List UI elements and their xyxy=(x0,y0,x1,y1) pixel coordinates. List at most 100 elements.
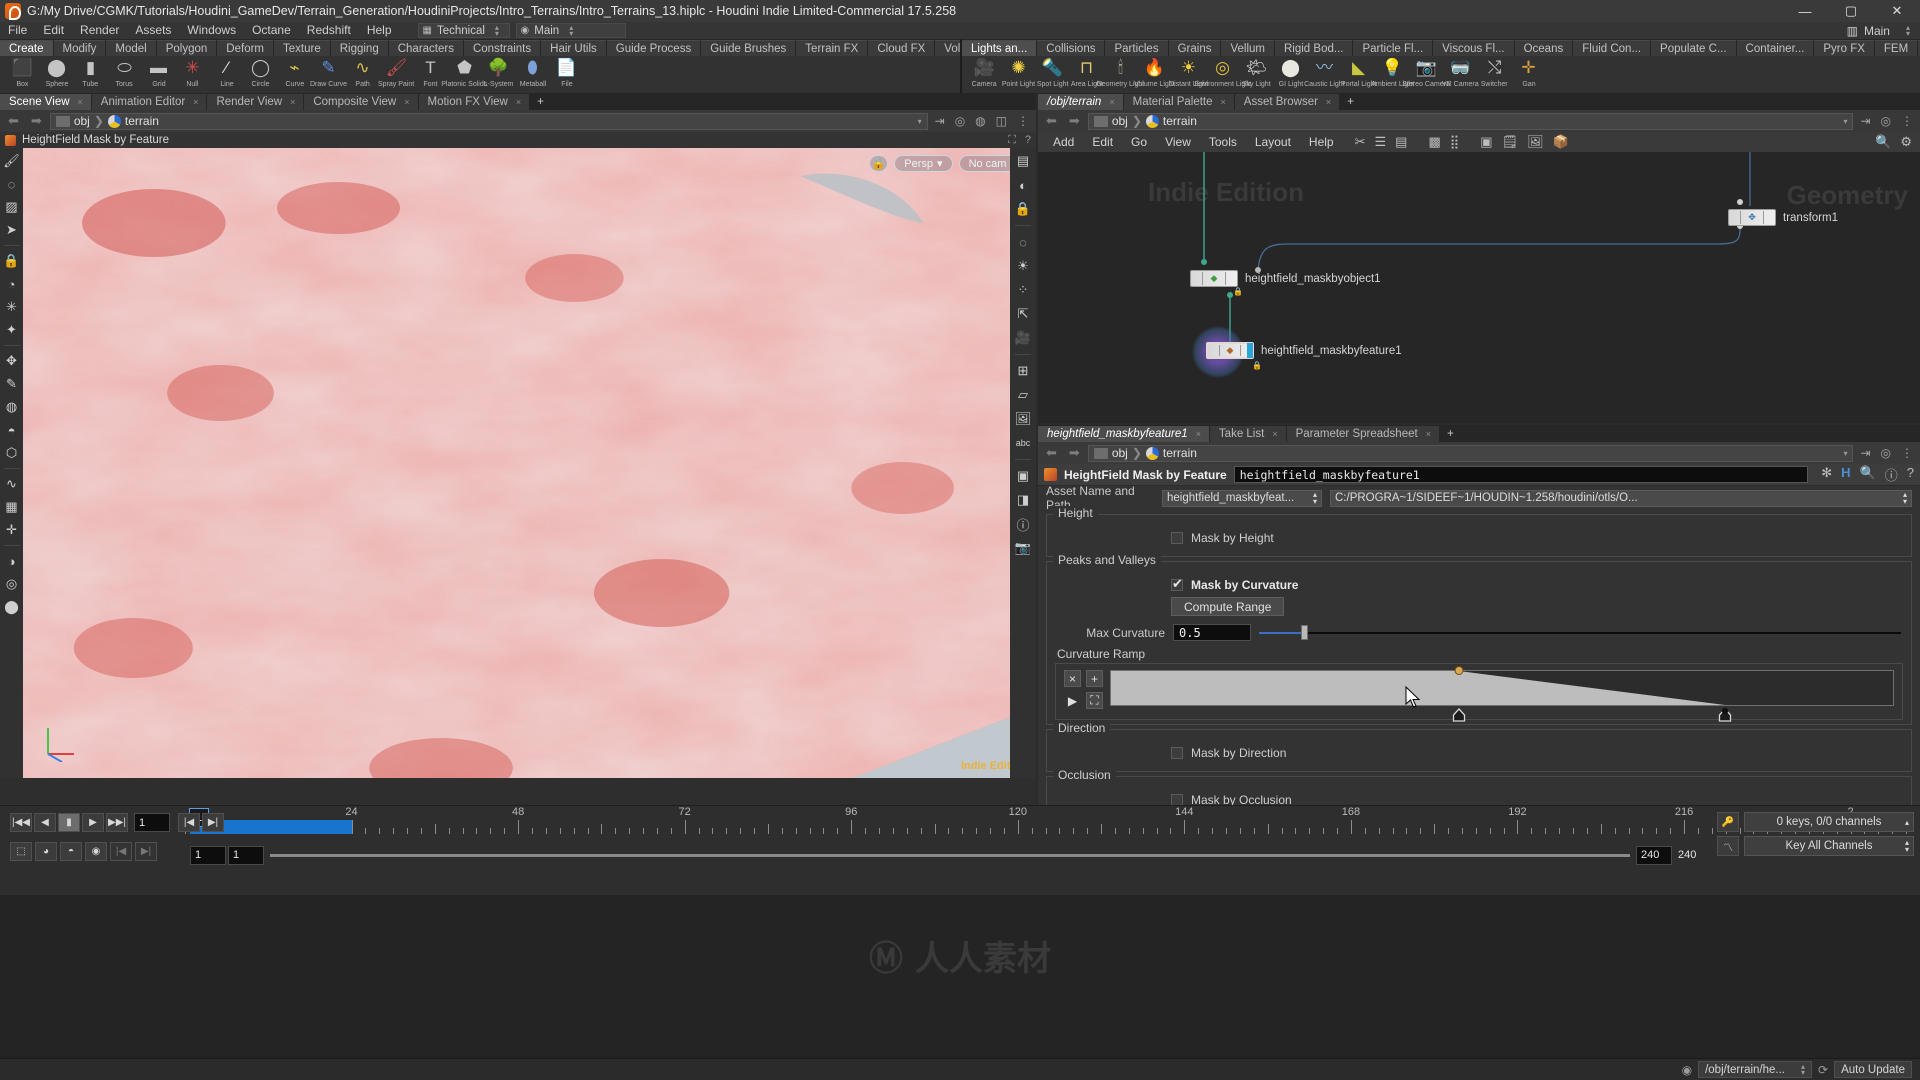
compute-range-button[interactable]: Compute Range xyxy=(1171,597,1285,616)
range-end-icon[interactable]: ▶| xyxy=(135,842,157,861)
asset-name-spinner-icon[interactable]: ▴ ▾ xyxy=(1313,491,1317,506)
menu-windows[interactable]: Windows xyxy=(179,22,244,39)
net-target-icon[interactable]: ◎ xyxy=(1878,114,1894,128)
shelf-item-torus[interactable]: ⬭ Torus xyxy=(108,56,141,88)
asset-path-field[interactable]: C:/PROGRA~1/SIDEEF~1/HOUDIN~1.258/houdin… xyxy=(1330,489,1912,507)
parm-path-dropdown-icon[interactable]: ▾ xyxy=(1843,449,1847,458)
status-refresh-icon[interactable]: ⟳ xyxy=(1818,1063,1828,1077)
shelf-item-path[interactable]: ∿ Path xyxy=(346,56,379,88)
shelf-item-file[interactable]: 📄 File xyxy=(550,56,583,88)
net-path-dropdown-icon[interactable]: ▾ xyxy=(1843,117,1847,126)
shelf-tab-deform[interactable]: Deform xyxy=(217,40,273,56)
keys-status-box[interactable]: 0 keys, 0/0 channels ▴ xyxy=(1744,812,1914,832)
houdini-h-icon[interactable]: H xyxy=(1841,465,1850,484)
scene-tab-composite-view[interactable]: Composite View × xyxy=(304,94,418,110)
viewport-camera-icon[interactable]: 🎥 xyxy=(1013,328,1033,348)
network-tab-material-palette[interactable]: Material Palette × xyxy=(1123,94,1234,110)
shelf-tab-collisions[interactable]: Collisions xyxy=(1037,40,1105,56)
color-palette-icon[interactable]: ▩ xyxy=(1428,134,1440,150)
net-menu-view[interactable]: View xyxy=(1156,135,1200,149)
tab-close-icon[interactable]: × xyxy=(1326,94,1331,110)
play-button[interactable]: ▶ xyxy=(82,813,104,832)
layers-icon[interactable]: ◫ xyxy=(993,114,1010,128)
net-nav-back-icon[interactable]: ⬅ xyxy=(1042,113,1061,129)
viewport-handle-icon[interactable]: ✥ xyxy=(2,351,22,371)
viewport-measure-icon[interactable]: ◔ xyxy=(2,274,22,294)
scene-tab-render-view[interactable]: Render View × xyxy=(207,94,304,110)
shelf-tab-terrain-fx[interactable]: Terrain FX xyxy=(796,40,868,56)
selection-mode-icon[interactable]: ⬚ xyxy=(10,842,32,861)
shelf-item-metaball[interactable]: ⬮ Metaball xyxy=(516,56,549,88)
network-node-transform1[interactable]: ✥ transform1 xyxy=(1728,209,1838,226)
snap-icon[interactable]: ◓ xyxy=(60,842,82,861)
shelf-item-caustic-light[interactable]: 〰 Caustic Light xyxy=(1304,56,1345,88)
net-nav-forward-icon[interactable]: ➡ xyxy=(1065,113,1084,129)
shelf-tab-cloud-fx[interactable]: Cloud FX xyxy=(868,40,935,56)
shelf-item-draw-curve[interactable]: ✎ Draw Curve xyxy=(310,56,347,88)
scene-tab-scene-view[interactable]: Scene View × xyxy=(0,94,91,110)
ramp-delete-point-button[interactable]: × xyxy=(1064,670,1081,687)
shelf-tab-lights-an[interactable]: Lights an... xyxy=(962,40,1037,56)
shelf-item-gan[interactable]: ✛ Gan xyxy=(1512,56,1545,88)
viewport-grid-snap-icon[interactable]: ⊞ xyxy=(1013,361,1033,381)
network-add-tab-button[interactable]: + xyxy=(1340,94,1361,110)
shelf-item-switcher[interactable]: ⤭ Switcher xyxy=(1478,56,1511,88)
viewport-view-mode[interactable]: Persp ▾ xyxy=(894,155,953,172)
parameters-path-field[interactable]: obj ❯ terrain ▾ xyxy=(1087,444,1854,462)
viewport-set-spinner-icon[interactable]: ▴ ▾ xyxy=(569,23,573,37)
shelf-tab-particle-fl[interactable]: Particle Fl... xyxy=(1353,40,1433,56)
menu-file[interactable]: File xyxy=(0,22,35,39)
shelf-item-tube[interactable]: ▮ Tube xyxy=(74,56,107,88)
shelf-tab-pyro-fx[interactable]: Pyro FX xyxy=(1814,40,1874,56)
max-curvature-field[interactable]: 0.5 xyxy=(1173,624,1251,641)
path-dropdown-icon[interactable]: ▾ xyxy=(918,117,922,126)
display-flag-icon[interactable]: ◍ xyxy=(972,114,988,128)
tab-close-icon[interactable]: × xyxy=(1272,426,1277,442)
viewport-group-icon[interactable]: ⬡ xyxy=(2,443,22,463)
key-all-channels-box[interactable]: Key All Channels ▴ ▾ xyxy=(1744,836,1914,856)
menu-render[interactable]: Render xyxy=(72,22,127,39)
shelf-tab-particles[interactable]: Particles xyxy=(1105,40,1168,56)
network-tab-obj-terrain[interactable]: /obj/terrain × xyxy=(1038,94,1123,110)
shelf-item-stereo-camera[interactable]: 📷 Stereo Camera xyxy=(1403,56,1451,88)
key-channels-spinner-icon[interactable]: ▴ ▾ xyxy=(1905,839,1909,854)
tab-close-icon[interactable]: × xyxy=(404,94,409,110)
pin-icon[interactable]: ⇥ xyxy=(932,114,948,128)
viewport-select-arrow-icon[interactable]: ➤ xyxy=(2,220,22,240)
tab-close-icon[interactable]: × xyxy=(1221,94,1226,110)
net-menu-go[interactable]: Go xyxy=(1122,135,1156,149)
viewport-ghost-icon[interactable]: ◌ xyxy=(1013,232,1033,252)
tab-close-icon[interactable]: × xyxy=(1109,94,1114,110)
viewport-select-visible-icon[interactable]: ◨ xyxy=(1013,490,1033,510)
viewport-erase-icon[interactable]: ▨ xyxy=(2,197,22,217)
net-settings-icon[interactable]: ⚙ xyxy=(1900,134,1912,150)
viewport-lock-view-icon[interactable]: 🔒 xyxy=(1013,199,1033,219)
parm-target-icon[interactable]: ◎ xyxy=(1878,446,1894,460)
audio-icon[interactable]: ◕ xyxy=(35,842,57,861)
viewport-transform-icon[interactable]: ✛ xyxy=(2,520,22,540)
viewport-smooth-icon[interactable]: ◌ xyxy=(2,174,22,194)
mask-by-curvature-checkbox[interactable] xyxy=(1171,576,1183,592)
viewport-bg-image-icon[interactable]: 🖼 xyxy=(1013,409,1033,429)
shelf-item-l-system[interactable]: 🌳 L-System xyxy=(482,56,515,88)
net-menu-add[interactable]: Add xyxy=(1044,135,1083,149)
viewport-lock-icon[interactable]: 🔒 xyxy=(869,155,889,172)
right-main-label-wrap[interactable]: ▥ Main ▴ ▾ xyxy=(1847,23,1910,38)
viewport-shading-mode-icon[interactable]: ◐ xyxy=(1013,175,1033,195)
menu-assets[interactable]: Assets xyxy=(127,22,179,39)
node-body[interactable]: ✥ xyxy=(1728,209,1776,226)
slider-knob[interactable] xyxy=(1300,625,1308,640)
viewport-paint-icon[interactable]: ◓ xyxy=(2,420,22,440)
info-icon[interactable]: ⓘ xyxy=(1885,465,1898,484)
shelf-item-point-light[interactable]: ✺ Point Light xyxy=(1002,56,1035,88)
shelf-tab-grains[interactable]: Grains xyxy=(1168,40,1221,56)
net-search-icon[interactable]: 🔍 xyxy=(1875,134,1891,150)
shelf-item-circle[interactable]: ◯ Circle xyxy=(244,56,277,88)
ramp-fit-button[interactable]: ⛶ xyxy=(1086,692,1103,709)
ramp-key-point-1[interactable] xyxy=(1454,666,1464,675)
viewport-text-icon[interactable]: abc xyxy=(1013,433,1033,453)
keyframe-toggle-icon[interactable]: 🔑 xyxy=(1717,812,1739,832)
shelf-item-line[interactable]: ⁄ Line xyxy=(210,56,243,88)
shelf-tab-viscous-fl[interactable]: Viscous Fl... xyxy=(1433,40,1514,56)
viewport-snapshot-icon[interactable]: 📷 xyxy=(1013,538,1033,558)
